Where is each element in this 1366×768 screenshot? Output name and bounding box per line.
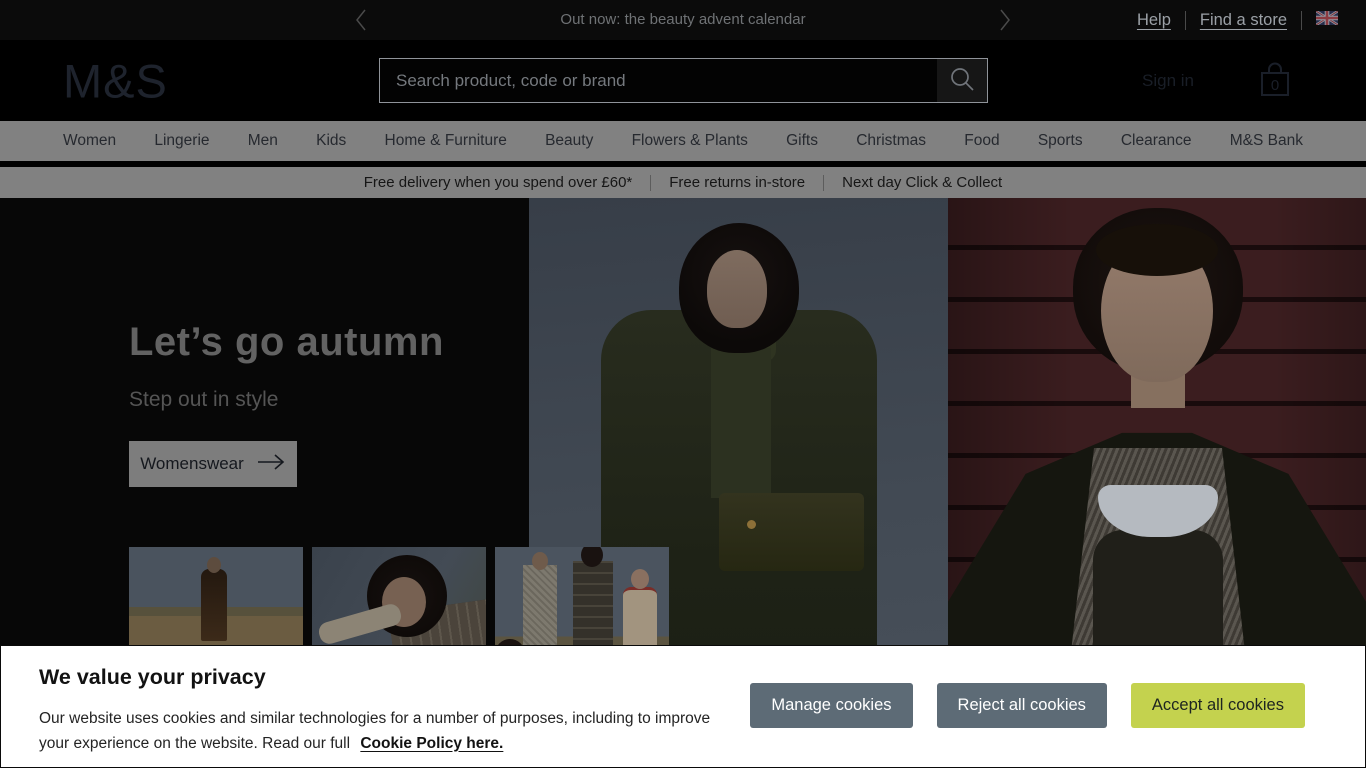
benefit-free-delivery: Free delivery when you spend over £60* xyxy=(363,174,633,191)
manage-cookies-button[interactable]: Manage cookies xyxy=(750,683,913,728)
help-link[interactable]: Help xyxy=(1137,11,1171,30)
cookie-banner-title: We value your privacy xyxy=(39,665,266,689)
cta-label: Womenswear xyxy=(140,454,244,473)
reject-all-cookies-button[interactable]: Reject all cookies xyxy=(936,683,1107,728)
model-knit xyxy=(711,348,771,498)
hero-subtitle: Step out in style xyxy=(129,388,279,411)
cookie-banner-buttons: Manage cookies Reject all cookies Accept… xyxy=(750,683,1305,728)
divider xyxy=(650,174,652,191)
thumbnail-figure xyxy=(573,561,613,649)
basket-button[interactable]: 0 xyxy=(1258,61,1292,104)
sign-in-link[interactable]: Sign in xyxy=(1142,71,1194,91)
nav-item-women[interactable]: Women xyxy=(63,132,116,150)
benefit-click-collect: Next day Click & Collect xyxy=(842,174,1003,191)
search-icon xyxy=(949,66,975,95)
nav-item-home-furniture[interactable]: Home & Furniture xyxy=(385,132,507,150)
top-promo-bar: Out now: the beauty advent calendar Help… xyxy=(0,0,1366,40)
main-nav: Women Lingerie Men Kids Home & Furniture… xyxy=(0,121,1366,161)
model-hairline xyxy=(1096,224,1218,276)
ms-logo[interactable]: M&S xyxy=(63,53,168,108)
nav-item-sports[interactable]: Sports xyxy=(1038,132,1083,150)
search-input[interactable] xyxy=(380,59,937,102)
nav-item-ms-bank[interactable]: M&S Bank xyxy=(1230,132,1303,150)
thumbnail-figure xyxy=(532,552,548,570)
cookie-consent-banner: We value your privacy Our website uses c… xyxy=(0,645,1366,768)
nav-item-men[interactable]: Men xyxy=(248,132,278,150)
nav-item-beauty[interactable]: Beauty xyxy=(545,132,593,150)
ms-homepage: Out now: the beauty advent calendar Help… xyxy=(0,0,1366,768)
nav-item-clearance[interactable]: Clearance xyxy=(1121,132,1192,150)
nav-item-kids[interactable]: Kids xyxy=(316,132,346,150)
arrow-right-icon xyxy=(256,453,286,476)
thumbnail-figure xyxy=(207,557,221,573)
basket-count: 0 xyxy=(1271,77,1279,94)
shopping-bag-icon: 0 xyxy=(1258,62,1292,103)
uk-flag-icon[interactable] xyxy=(1315,9,1339,30)
thumbnail-figure xyxy=(631,569,649,589)
thumbnail-figure xyxy=(201,569,227,641)
nav-item-christmas[interactable]: Christmas xyxy=(856,132,926,150)
nav-item-food[interactable]: Food xyxy=(964,132,999,150)
benefit-free-returns: Free returns in-store xyxy=(669,174,806,191)
hero-title: Let’s go autumn xyxy=(129,320,444,364)
divider xyxy=(823,174,825,191)
topbar-utility-links: Help Find a store xyxy=(1137,0,1339,40)
thumbnail-figure xyxy=(623,587,657,653)
search-button[interactable] xyxy=(937,59,987,102)
accept-all-cookies-button[interactable]: Accept all cookies xyxy=(1130,683,1305,728)
benefits-bar: Free delivery when you spend over £60* F… xyxy=(0,167,1366,198)
find-a-store-link[interactable]: Find a store xyxy=(1200,11,1287,30)
cookie-policy-link[interactable]: Cookie Policy here. xyxy=(360,735,503,752)
cookie-banner-body: Our website uses cookies and similar tec… xyxy=(39,707,739,756)
chevron-right-icon[interactable] xyxy=(999,8,1011,37)
womenswear-cta-button[interactable]: Womenswear xyxy=(129,441,297,487)
divider xyxy=(1184,10,1186,30)
site-header: M&S Sign in 0 xyxy=(0,40,1366,121)
model-face xyxy=(707,250,767,328)
divider xyxy=(1301,10,1302,30)
nav-item-gifts[interactable]: Gifts xyxy=(786,132,818,150)
thumbnail-figure xyxy=(523,565,557,645)
search-bar xyxy=(379,58,988,103)
nav-item-flowers-plants[interactable]: Flowers & Plants xyxy=(632,132,748,150)
model-handbag xyxy=(719,493,864,571)
nav-item-lingerie[interactable]: Lingerie xyxy=(154,132,209,150)
handbag-clasp xyxy=(747,520,756,529)
